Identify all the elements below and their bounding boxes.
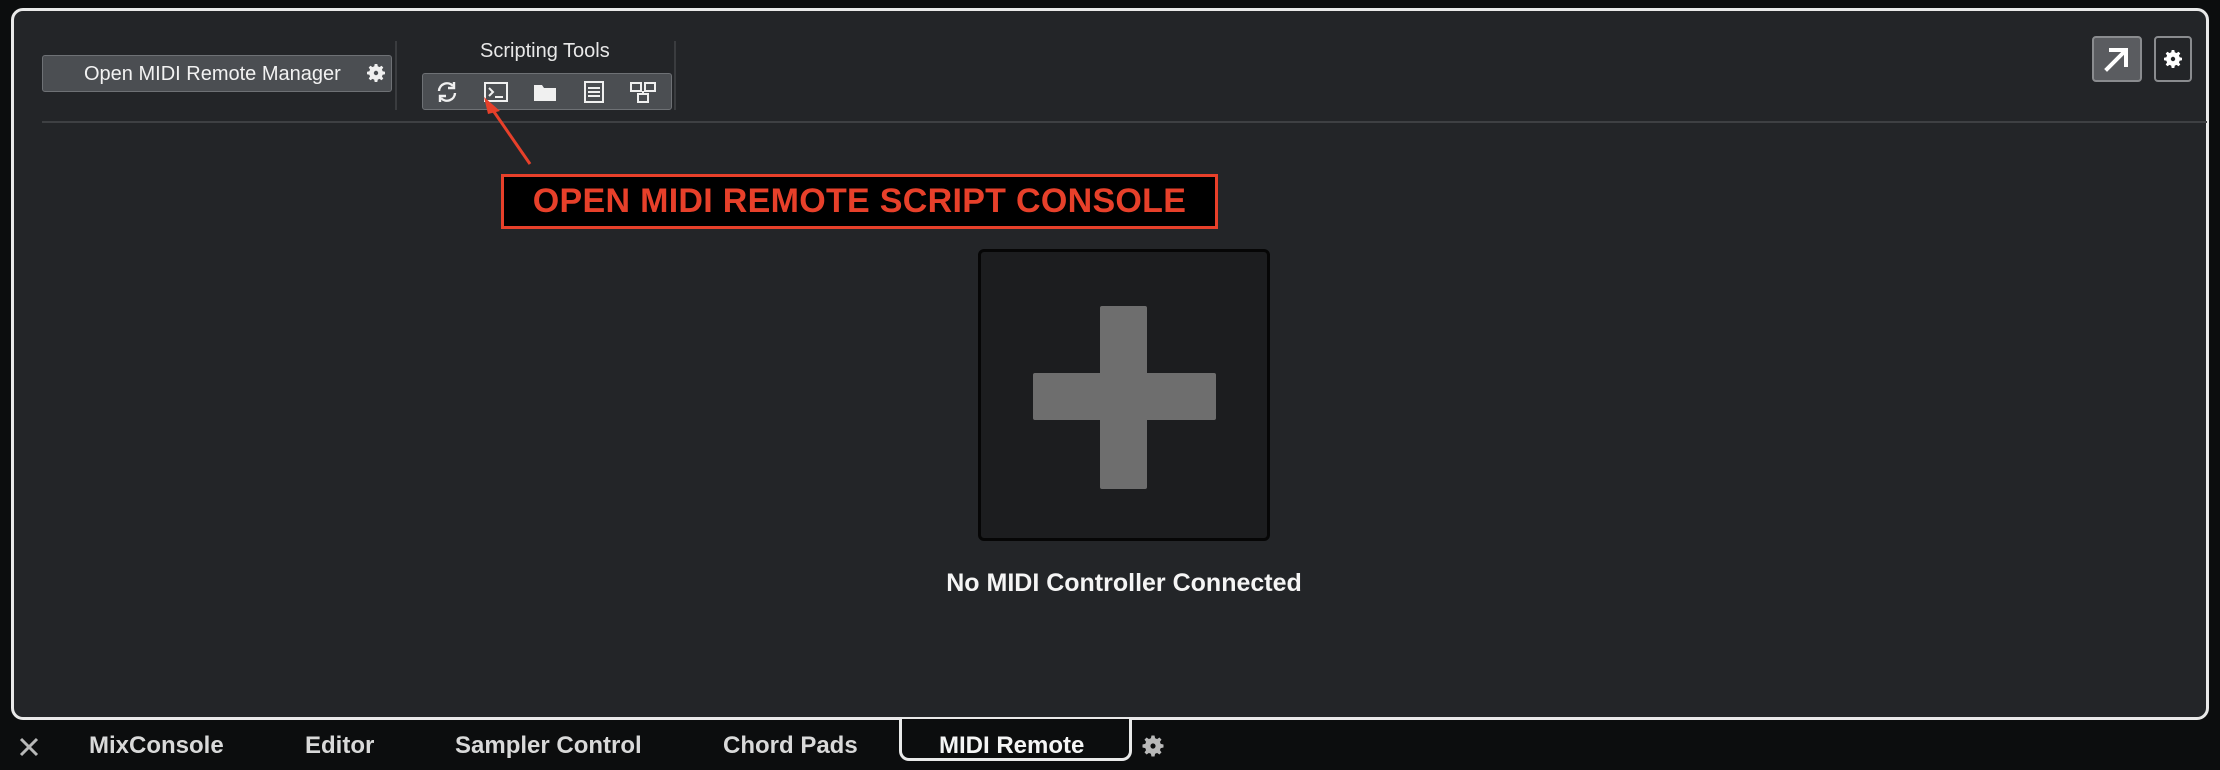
annotation-label: OPEN MIDI REMOTE SCRIPT CONSOLE xyxy=(501,174,1218,229)
gear-icon xyxy=(2164,50,2182,68)
settings-button[interactable] xyxy=(2154,36,2192,82)
close-icon[interactable] xyxy=(18,736,40,758)
midi-remote-panel: Open MIDI Remote Manager Scripting Tools xyxy=(11,8,2209,720)
arrow-up-right-icon xyxy=(2104,48,2128,72)
tab-mixconsole[interactable]: MixConsole xyxy=(89,732,224,760)
no-controller-message: No MIDI Controller Connected xyxy=(946,569,1302,597)
tab-chord-pads[interactable]: Chord Pads xyxy=(723,732,858,760)
open-in-window-button[interactable] xyxy=(2092,36,2142,82)
add-controller-tile[interactable] xyxy=(978,249,1270,541)
tab-sampler-control[interactable]: Sampler Control xyxy=(455,732,642,760)
gear-icon[interactable] xyxy=(1139,732,1167,760)
tab-editor[interactable]: Editor xyxy=(305,732,374,760)
bottom-tab-bar: MixConsole Editor Sampler Control Chord … xyxy=(0,719,2220,770)
toolbar-separator xyxy=(674,41,676,110)
tab-midi-remote[interactable]: MIDI Remote xyxy=(939,732,1084,760)
layout-icon[interactable] xyxy=(629,79,657,105)
